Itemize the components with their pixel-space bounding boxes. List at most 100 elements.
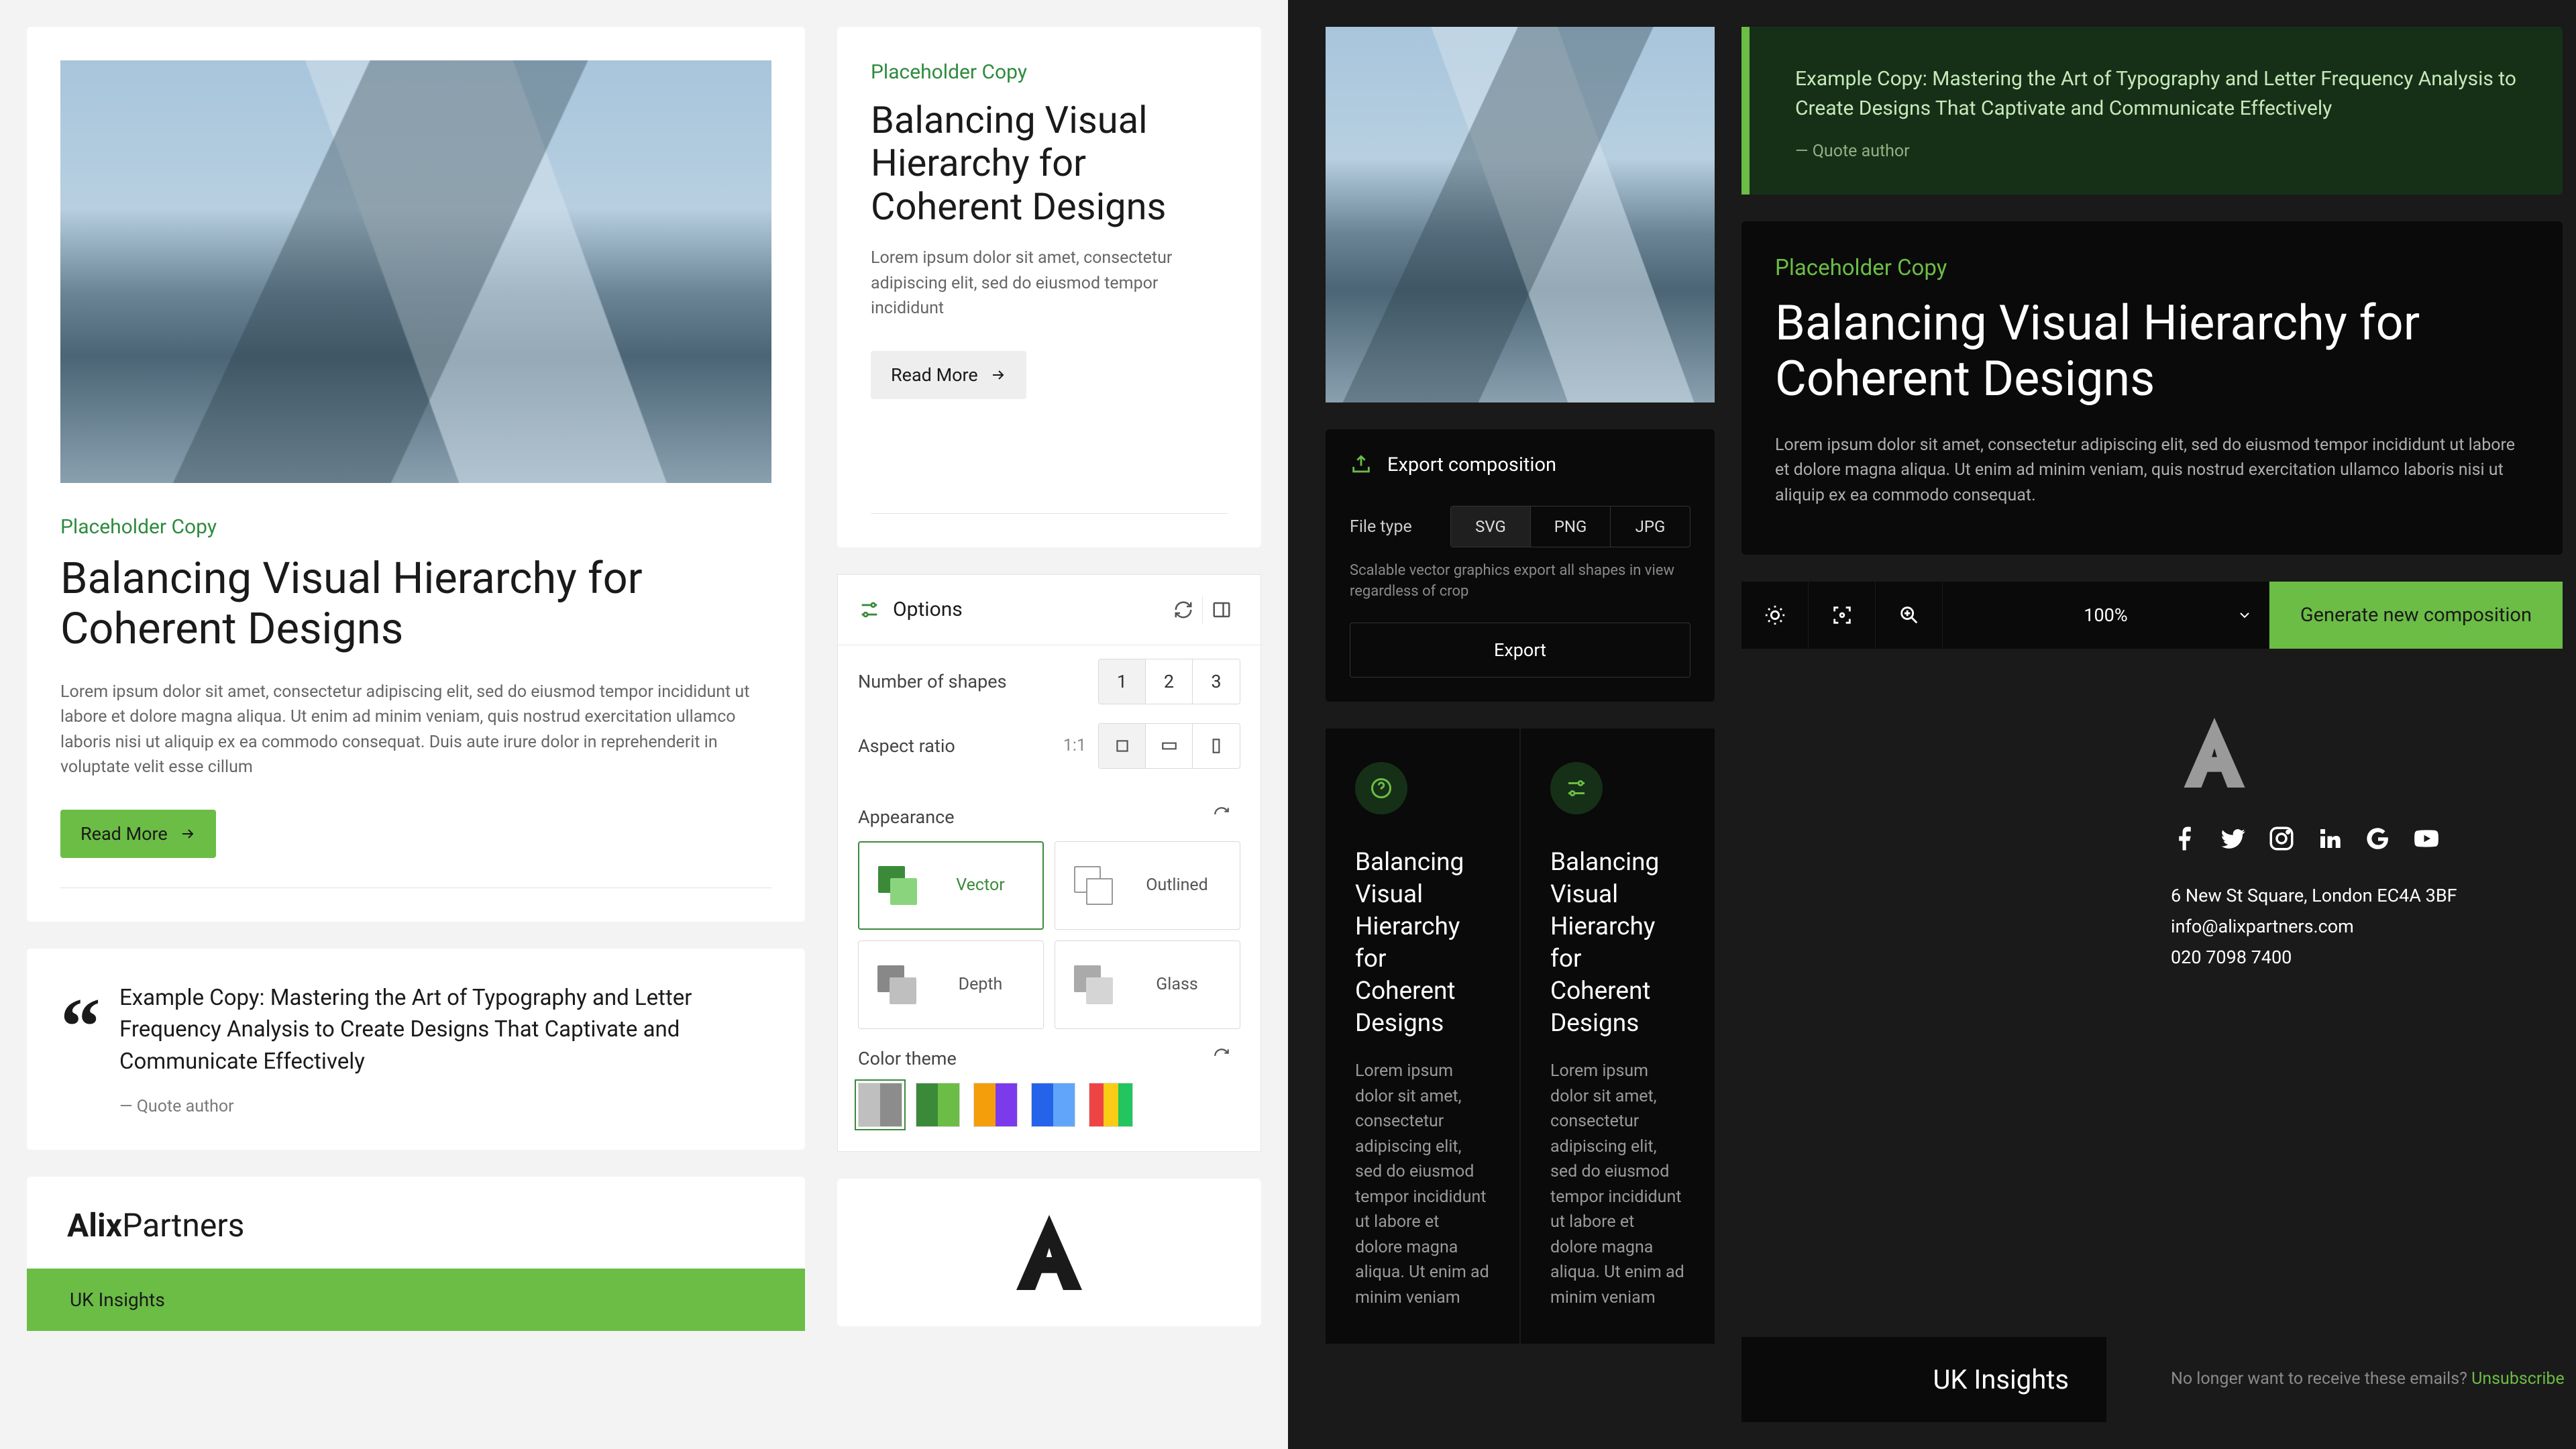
footer-info: 6 New St Square, London EC4A 3BF info@al…	[2171, 881, 2556, 973]
article-body: Lorem ipsum dolor sit amet, consectetur …	[871, 246, 1228, 321]
google-icon[interactable]	[2364, 824, 2392, 853]
sliders-icon	[858, 598, 881, 621]
side-panel-icon	[1212, 600, 1232, 620]
appearance-vector-label: Vector	[937, 875, 1024, 895]
unsubscribe-link[interactable]: Unsubscribe	[2471, 1369, 2565, 1389]
quote-author: — Quote author	[1795, 142, 2522, 161]
export-button[interactable]: Export	[1350, 623, 1690, 678]
article-eyebrow: Placeholder Copy	[1775, 255, 2529, 281]
theme-palette	[858, 1083, 1240, 1127]
toolbar: 100% Generate new composition	[1741, 582, 2563, 649]
unsubscribe-prefix: No longer want to receive these emails?	[2171, 1369, 2471, 1389]
theme-shuffle-button[interactable]	[1203, 1037, 1240, 1075]
info-b-title: Balancing Visual Hierarchy for Coherent …	[1550, 847, 1685, 1040]
num-shapes-1[interactable]: 1	[1099, 659, 1146, 704]
export-icon	[1350, 453, 1373, 476]
info-cards: Balancing Visual Hierarchy for Coherent …	[1326, 729, 1715, 1344]
arrow-right-icon	[180, 826, 196, 842]
filetype-svg[interactable]: SVG	[1451, 506, 1531, 547]
num-shapes-3[interactable]: 3	[1193, 659, 1240, 704]
theme-green[interactable]	[916, 1083, 960, 1127]
export-panel: Export composition File type SVG PNG JPG…	[1326, 429, 1715, 702]
quote-mark-icon: “	[60, 982, 101, 1117]
article-card-dark: Placeholder Copy Balancing Visual Hierar…	[1741, 221, 2563, 555]
aspect-segment	[1098, 723, 1240, 769]
filetype-segment: SVG PNG JPG	[1450, 506, 1690, 547]
theme-orange[interactable]	[973, 1083, 1018, 1127]
refresh-icon	[1173, 600, 1193, 620]
theme-rainbow[interactable]	[1089, 1083, 1133, 1127]
zoom-select[interactable]: 100%	[1943, 582, 2269, 649]
zoom-value: 100%	[2084, 604, 2127, 626]
aspect-value: 1:1	[1063, 736, 1086, 755]
article-body: Lorem ipsum dolor sit amet, consectetur …	[60, 680, 771, 780]
appearance-shuffle-button[interactable]	[1203, 796, 1240, 833]
divider	[871, 513, 1228, 514]
appearance-glass-label: Glass	[1133, 975, 1221, 994]
read-more-button[interactable]: Read More	[871, 351, 1026, 399]
shuffle-icon	[1213, 1047, 1230, 1065]
article-eyebrow: Placeholder Copy	[871, 60, 1228, 84]
filetype-png[interactable]: PNG	[1531, 506, 1611, 547]
arrow-right-icon	[990, 367, 1006, 383]
export-title: Export composition	[1387, 453, 1556, 476]
filetype-jpg[interactable]: JPG	[1611, 506, 1690, 547]
uk-insights-tab[interactable]: UK Insights	[27, 1269, 805, 1331]
theme-label: Color theme	[858, 1048, 957, 1069]
appearance-glass[interactable]: Glass	[1055, 941, 1240, 1029]
a-logo-icon	[2171, 709, 2258, 796]
sun-icon	[1764, 604, 1786, 627]
refresh-button[interactable]	[1165, 591, 1202, 629]
uk-insights-label: UK Insights	[1933, 1364, 2069, 1395]
read-more-button[interactable]: Read More	[60, 810, 216, 858]
options-title: Options	[893, 598, 1165, 621]
info-a-body: Lorem ipsum dolor sit amet, consectetur …	[1355, 1059, 1490, 1310]
read-more-label: Read More	[891, 364, 978, 386]
portrait-icon	[1208, 737, 1225, 755]
brightness-button[interactable]	[1741, 582, 1809, 649]
appearance-outlined[interactable]: Outlined	[1055, 841, 1240, 930]
theme-blue[interactable]	[1031, 1083, 1075, 1127]
chevron-down-icon	[2237, 607, 2253, 623]
landscape-icon	[1161, 737, 1178, 755]
quote-card-dark: Example Copy: Mastering the Art of Typog…	[1741, 27, 2563, 195]
help-icon-circle	[1355, 762, 1407, 814]
zoom-in-button[interactable]	[1876, 582, 1943, 649]
logo-mark-card	[837, 1179, 1261, 1326]
hero-image	[60, 60, 771, 483]
article-title: Balancing Visual Hierarchy for Coherent …	[60, 553, 771, 654]
footer-email: info@alixpartners.com	[2171, 912, 2556, 943]
facebook-icon[interactable]	[2171, 824, 2199, 853]
article-body: Lorem ipsum dolor sit amet, consectetur …	[1775, 433, 2529, 508]
appearance-label: Appearance	[858, 806, 955, 828]
youtube-icon[interactable]	[2412, 824, 2440, 853]
theme-grey[interactable]	[858, 1083, 902, 1127]
export-hint: Scalable vector graphics export all shap…	[1350, 561, 1690, 602]
twitter-icon[interactable]	[2219, 824, 2247, 853]
alixpartners-logo: AlixPartners	[27, 1190, 805, 1269]
sliders-icon	[1564, 776, 1589, 800]
filetype-label: File type	[1350, 517, 1450, 537]
quote-text: Example Copy: Mastering the Art of Typog…	[119, 982, 771, 1079]
num-shapes-2[interactable]: 2	[1146, 659, 1193, 704]
a-logo-icon	[1002, 1205, 1096, 1299]
footer-address: 6 New St Square, London EC4A 3BF	[2171, 881, 2556, 912]
aspect-landscape[interactable]	[1146, 724, 1193, 768]
focus-icon	[1831, 604, 1854, 627]
aspect-portrait[interactable]	[1193, 724, 1240, 768]
quote-card: “ Example Copy: Mastering the Art of Typ…	[27, 949, 805, 1150]
linkedin-icon[interactable]	[2316, 824, 2344, 853]
info-a-title: Balancing Visual Hierarchy for Coherent …	[1355, 847, 1490, 1040]
aspect-square[interactable]	[1099, 724, 1146, 768]
article-eyebrow: Placeholder Copy	[60, 515, 771, 539]
appearance-depth-label: Depth	[936, 975, 1024, 994]
appearance-vector[interactable]: Vector	[858, 841, 1044, 930]
appearance-depth[interactable]: Depth	[858, 941, 1044, 1029]
side-panel-button[interactable]	[1203, 591, 1240, 629]
instagram-icon[interactable]	[2267, 824, 2296, 853]
num-shapes-label: Number of shapes	[858, 671, 1098, 692]
generate-button[interactable]: Generate new composition	[2269, 582, 2563, 649]
article-card-small: Placeholder Copy Balancing Visual Hierar…	[837, 27, 1261, 547]
focus-button[interactable]	[1809, 582, 1876, 649]
hero-image	[1326, 27, 1715, 402]
